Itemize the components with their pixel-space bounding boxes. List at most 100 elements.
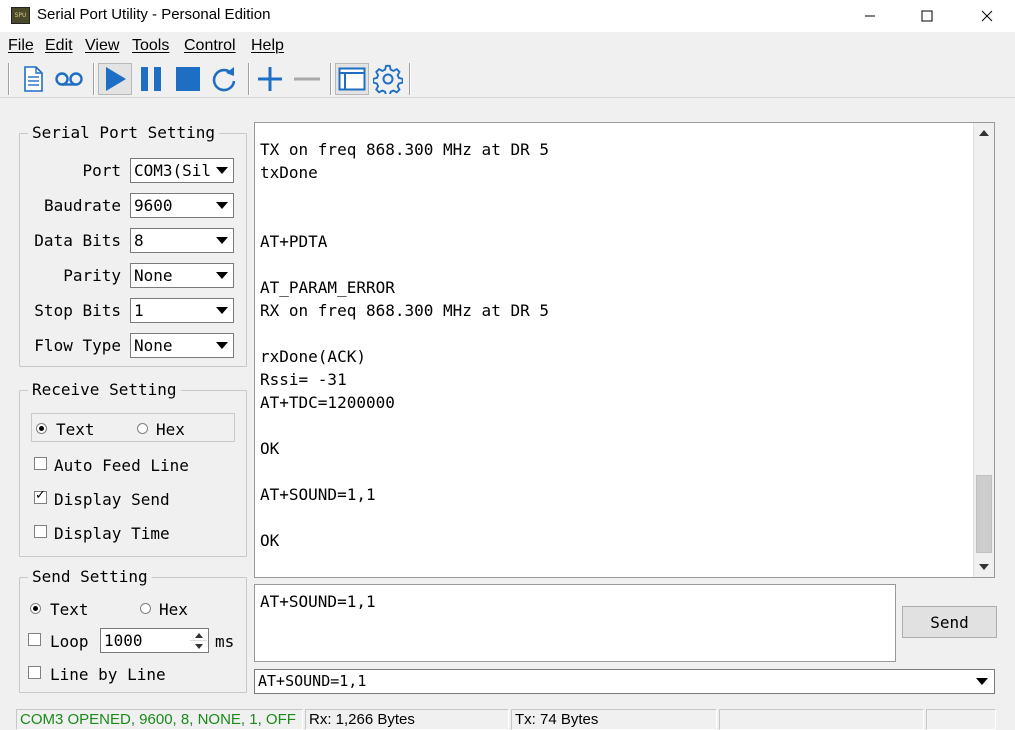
- terminal-line: AT+SOUND=1,1: [260, 485, 376, 504]
- send-history-value: AT+SOUND=1,1: [258, 672, 367, 690]
- new-document-button[interactable]: [16, 63, 50, 95]
- line-by-line-checkbox[interactable]: [28, 666, 41, 679]
- receive-text-label: Text: [56, 420, 95, 439]
- menu-bar: File Edit View Tools Control Help: [0, 32, 1015, 60]
- baudrate-select[interactable]: 9600: [130, 193, 234, 218]
- scroll-up-icon[interactable]: [976, 125, 992, 141]
- send-button[interactable]: Send: [902, 606, 997, 638]
- parity-label: Parity: [63, 266, 121, 285]
- terminal-line: RX on freq 868.300 MHz at DR 5: [260, 301, 549, 320]
- terminal-line: rxDone(ACK): [260, 347, 366, 366]
- stepper-up-icon[interactable]: [190, 630, 207, 641]
- menu-control[interactable]: Control: [184, 37, 236, 55]
- terminal-lines: TX on freq 868.300 MHz at DR 5 txDone AT…: [260, 138, 970, 552]
- send-text-radio[interactable]: [30, 603, 41, 614]
- display-send-checkbox[interactable]: [34, 488, 47, 504]
- terminal-line: AT+PDTA: [260, 232, 328, 251]
- minus-icon: [294, 77, 320, 81]
- add-button[interactable]: [253, 63, 287, 95]
- port-select[interactable]: COM3(Sil: [130, 158, 234, 183]
- remove-button[interactable]: [290, 63, 324, 95]
- send-history-select[interactable]: AT+SOUND=1,1: [254, 669, 995, 694]
- menu-help[interactable]: Help: [251, 37, 284, 55]
- window-button[interactable]: [335, 63, 369, 95]
- stop-bits-label: Stop Bits: [34, 301, 121, 320]
- data-bits-select[interactable]: 8: [130, 228, 234, 253]
- toolbar: [0, 60, 1015, 98]
- toolbar-separator: [93, 63, 95, 95]
- chevron-down-icon: [212, 335, 232, 356]
- settings-button[interactable]: [371, 63, 405, 95]
- display-time-checkbox[interactable]: [34, 525, 47, 538]
- display-time-label: Display Time: [54, 524, 170, 543]
- chevron-down-icon: [212, 160, 232, 181]
- document-icon: [24, 66, 43, 92]
- connection-status: COM3 OPENED, 9600, 8, NONE, 1, OFF: [16, 709, 303, 730]
- send-input-value: AT+SOUND=1,1: [260, 592, 376, 611]
- refresh-button[interactable]: [207, 63, 241, 95]
- status-bar: COM3 OPENED, 9600, 8, NONE, 1, OFF Rx: 1…: [0, 708, 1015, 730]
- loop-checkbox[interactable]: [28, 633, 41, 646]
- flow-type-select[interactable]: None: [130, 333, 234, 358]
- terminal-line: AT+TDC=1200000: [260, 393, 395, 412]
- start-button[interactable]: [98, 63, 132, 95]
- send-text-label: Text: [50, 600, 89, 619]
- send-input[interactable]: AT+SOUND=1,1: [254, 584, 896, 662]
- record-icon: [55, 72, 83, 86]
- toolbar-separator: [330, 63, 332, 95]
- receive-hex-radio[interactable]: [137, 423, 148, 434]
- pause-icon: [141, 67, 161, 91]
- tx-count: Tx: 74 Bytes: [511, 709, 717, 730]
- window-title: Serial Port Utility - Personal Edition: [37, 6, 271, 23]
- chevron-down-icon: [212, 230, 232, 251]
- chevron-down-icon: [972, 671, 992, 692]
- stop-bits-select[interactable]: 1: [130, 298, 234, 323]
- line-by-line-label: Line by Line: [50, 665, 166, 684]
- refresh-icon: [212, 67, 236, 92]
- receive-terminal[interactable]: TX on freq 868.300 MHz at DR 5 txDone AT…: [254, 122, 995, 578]
- stepper-down-icon[interactable]: [190, 641, 207, 652]
- maximize-icon: [921, 10, 933, 22]
- auto-feed-line-checkbox[interactable]: [34, 457, 47, 470]
- status-cell-empty: [719, 709, 924, 730]
- menu-tools[interactable]: Tools: [132, 37, 169, 55]
- loop-interval-stepper[interactable]: 1000: [100, 628, 209, 653]
- play-icon: [106, 67, 126, 91]
- receive-setting-title: Receive Setting: [28, 380, 181, 399]
- record-button[interactable]: [52, 63, 86, 95]
- toolbar-separator: [409, 63, 411, 95]
- minimize-icon: [865, 15, 875, 17]
- menu-edit[interactable]: Edit: [45, 37, 73, 55]
- terminal-line: Rssi= -31: [260, 370, 347, 389]
- parity-select[interactable]: None: [130, 263, 234, 288]
- receive-text-radio[interactable]: [36, 423, 47, 434]
- menu-view[interactable]: View: [85, 37, 119, 55]
- status-cell-empty: [926, 709, 996, 730]
- scrollbar-thumb[interactable]: [976, 475, 992, 553]
- menu-file[interactable]: File: [8, 37, 34, 55]
- terminal-scrollbar[interactable]: [973, 123, 994, 577]
- pause-button[interactable]: [134, 63, 168, 95]
- send-setting-title: Send Setting: [28, 567, 152, 586]
- close-button[interactable]: [964, 0, 1010, 32]
- chevron-down-icon: [212, 195, 232, 216]
- window-icon: [338, 67, 366, 91]
- terminal-line: txDone: [260, 163, 318, 182]
- maximize-button[interactable]: [904, 0, 950, 32]
- loop-label: Loop: [50, 632, 89, 651]
- scroll-down-icon[interactable]: [976, 559, 992, 575]
- toolbar-separator: [248, 63, 250, 95]
- data-bits-value: 8: [134, 231, 144, 250]
- stop-button[interactable]: [171, 63, 205, 95]
- terminal-line: OK: [260, 531, 280, 550]
- baudrate-value: 9600: [134, 196, 173, 215]
- send-hex-radio[interactable]: [140, 603, 151, 614]
- minimize-button[interactable]: [847, 0, 893, 32]
- plus-icon: [258, 67, 282, 91]
